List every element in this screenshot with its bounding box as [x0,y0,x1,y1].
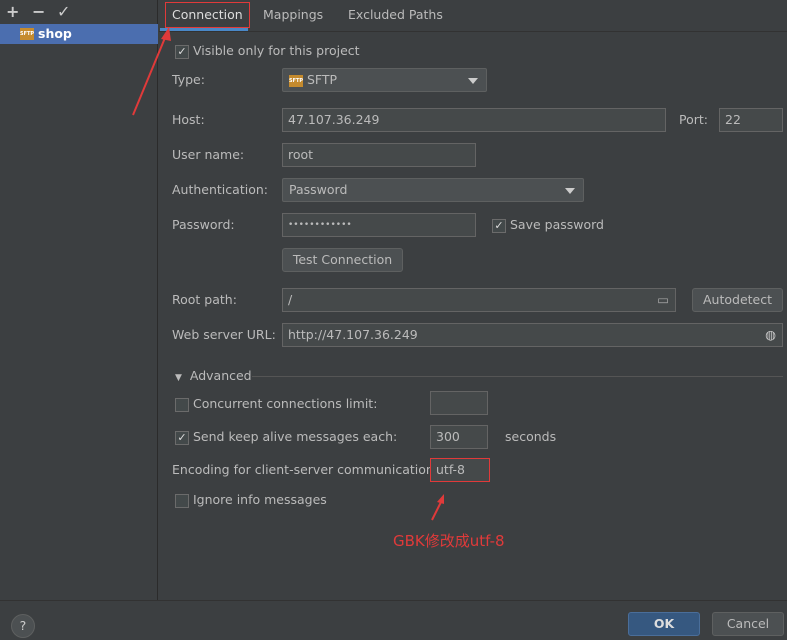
auth-select[interactable]: Password [282,178,584,202]
triangle-down-icon: ▼ [175,373,182,383]
web-url-value: http://47.107.36.249 [288,327,418,342]
encoding-input[interactable]: utf-8 [430,458,490,482]
cancel-button[interactable]: Cancel [712,612,784,636]
save-password-checkbox[interactable]: ✓ Save password [492,217,604,233]
web-url-input[interactable]: http://47.107.36.249 ◍ [282,323,783,347]
test-connection-button[interactable]: Test Connection [282,248,403,272]
add-button[interactable]: + [6,2,19,21]
save-password-label: Save password [509,217,604,232]
username-input[interactable]: root [282,143,476,167]
footer: ? OK Cancel [0,600,787,640]
type-value: SFTP [306,72,338,87]
root-path-value: / [288,292,293,307]
help-button[interactable]: ? [11,614,35,638]
concurrent-label: Concurrent connections limit: [192,396,378,411]
apply-button[interactable]: ✓ [57,2,70,21]
host-input[interactable]: 47.107.36.249 [282,108,666,132]
encoding-label: Encoding for client-server communication… [172,462,439,477]
keepalive-input[interactable]: 300 [430,425,488,449]
port-label: Port: [679,112,708,127]
concurrent-checkbox[interactable]: Concurrent connections limit: [175,396,377,412]
ok-button[interactable]: OK [628,612,700,636]
remove-button[interactable]: − [32,2,45,21]
chevron-down-icon [468,78,478,84]
tab-connection[interactable]: Connection [165,2,250,28]
seconds-label: seconds [505,429,557,444]
root-path-input[interactable]: / ▭ [282,288,676,312]
annotation-arrow-icon [132,27,171,116]
web-url-label: Web server URL: [172,327,276,342]
chevron-down-icon [565,188,575,194]
username-label: User name: [172,147,245,162]
visible-only-label: Visible only for this project [192,43,360,58]
concurrent-input[interactable] [430,391,488,415]
type-label: Type: [172,72,205,87]
divider [159,31,787,32]
folder-icon[interactable]: ▭ [657,289,669,311]
annotation-text: GBK修改成utf-8 [393,532,505,550]
auth-value: Password [289,182,348,197]
tab-excluded-paths[interactable]: Excluded Paths [342,0,449,30]
annotation-arrow-icon [431,494,444,521]
visible-only-checkbox[interactable]: ✓ Visible only for this project [175,43,360,59]
sidebar-item-label: shop [38,26,72,41]
root-path-label: Root path: [172,292,237,307]
advanced-title: Advanced [189,368,252,383]
port-input[interactable]: 22 [719,108,783,132]
keepalive-checkbox[interactable]: ✓ Send keep alive messages each: [175,429,397,445]
password-label: Password: [172,217,235,232]
sftp-icon: SFTP [289,74,303,87]
globe-icon[interactable]: ◍ [765,324,776,346]
autodetect-button[interactable]: Autodetect [692,288,783,312]
type-select[interactable]: SFTP SFTP [282,68,487,92]
advanced-toggle[interactable]: ▼ Advanced [175,368,252,383]
ignore-info-label: Ignore info messages [192,492,327,507]
divider [252,376,783,377]
password-input[interactable]: •••••••••••• [282,213,476,237]
auth-label: Authentication: [172,182,268,197]
host-label: Host: [172,112,205,127]
ignore-info-checkbox[interactable]: Ignore info messages [175,492,327,508]
sftp-icon: SFTP [20,28,34,40]
tab-mappings[interactable]: Mappings [257,0,329,30]
keepalive-label: Send keep alive messages each: [192,429,398,444]
